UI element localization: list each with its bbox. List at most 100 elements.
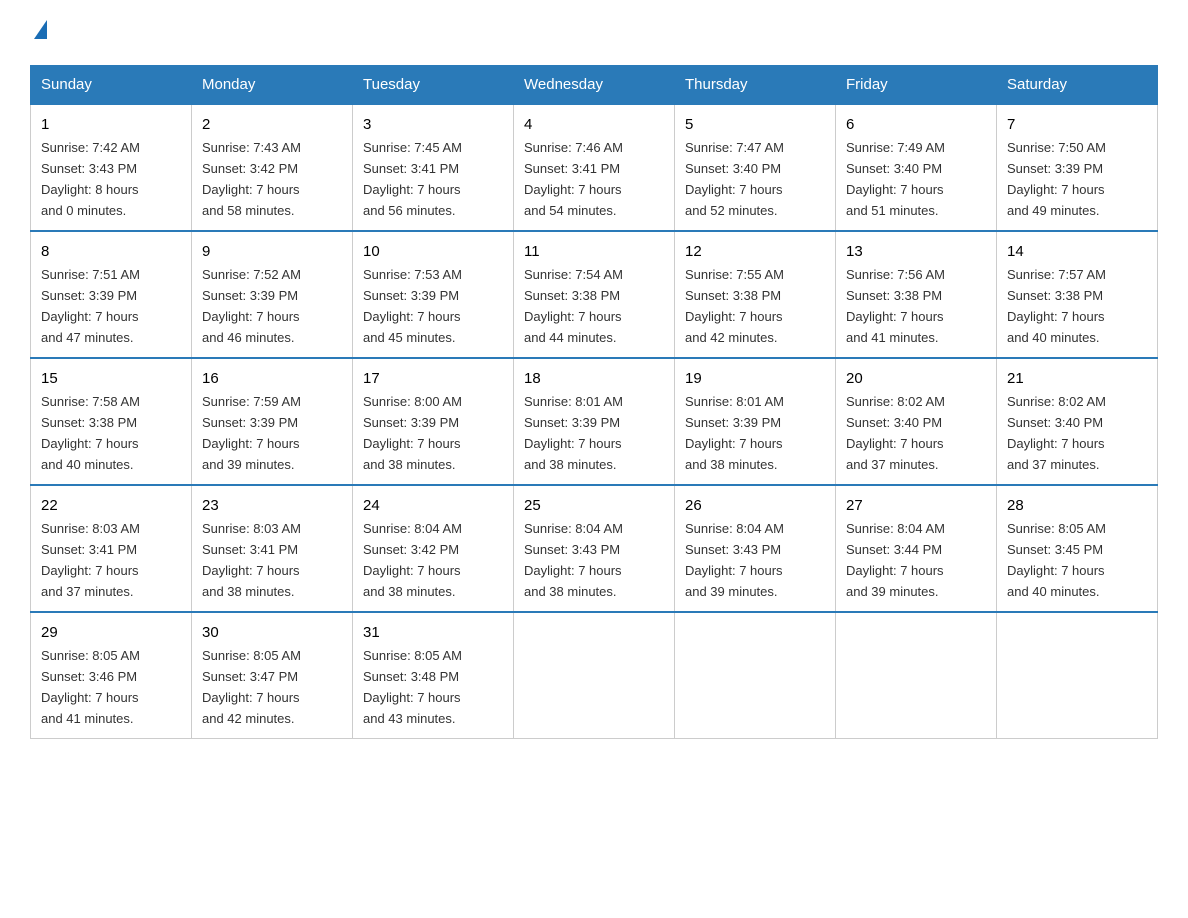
day-number: 13 (846, 240, 986, 263)
day-number: 20 (846, 367, 986, 390)
day-info: Sunrise: 8:01 AMSunset: 3:39 PMDaylight:… (685, 394, 784, 472)
calendar-cell: 17 Sunrise: 8:00 AMSunset: 3:39 PMDayligh… (353, 358, 514, 485)
calendar-week-row: 15Sunrise: 7:58 AMSunset: 3:38 PMDayligh… (31, 358, 1158, 485)
calendar-cell: 21Sunrise: 8:02 AMSunset: 3:40 PMDayligh… (997, 358, 1158, 485)
day-number: 1 (41, 113, 181, 136)
header-day-sunday: Sunday (31, 66, 192, 105)
day-number: 29 (41, 621, 181, 644)
day-number: 6 (846, 113, 986, 136)
day-number: 17 (363, 367, 503, 390)
day-number: 11 (524, 240, 664, 263)
calendar-header-row: SundayMondayTuesdayWednesdayThursdayFrid… (31, 66, 1158, 105)
header-day-saturday: Saturday (997, 66, 1158, 105)
calendar-cell: 4Sunrise: 7:46 AMSunset: 3:41 PMDaylight… (514, 104, 675, 231)
day-info: Sunrise: 8:00 AMSunset: 3:39 PMDaylight:… (363, 394, 462, 472)
day-info: Sunrise: 7:42 AMSunset: 3:43 PMDaylight:… (41, 140, 140, 218)
day-number: 16 (202, 367, 342, 390)
day-number: 8 (41, 240, 181, 263)
day-info: Sunrise: 8:04 AMSunset: 3:44 PMDaylight:… (846, 521, 945, 599)
day-info: Sunrise: 7:57 AMSunset: 3:38 PMDaylight:… (1007, 267, 1106, 345)
day-number: 10 (363, 240, 503, 263)
day-info: Sunrise: 7:43 AMSunset: 3:42 PMDaylight:… (202, 140, 301, 218)
day-number: 31 (363, 621, 503, 644)
calendar-cell: 3Sunrise: 7:45 AMSunset: 3:41 PMDaylight… (353, 104, 514, 231)
day-info: Sunrise: 8:01 AMSunset: 3:39 PMDaylight:… (524, 394, 623, 472)
header-day-friday: Friday (836, 66, 997, 105)
calendar-week-row: 22 Sunrise: 8:03 AMSunset: 3:41 PMDayligh… (31, 485, 1158, 612)
day-info: Sunrise: 7:53 AMSunset: 3:39 PMDaylight:… (363, 267, 462, 345)
day-number: 30 (202, 621, 342, 644)
day-info: Sunrise: 7:50 AMSunset: 3:39 PMDaylight:… (1007, 140, 1106, 218)
page-header (30, 20, 1158, 45)
day-info: Sunrise: 7:52 AMSunset: 3:39 PMDaylight:… (202, 267, 301, 345)
calendar-cell: 29 Sunrise: 8:05 AMSunset: 3:46 PMDayligh… (31, 612, 192, 738)
calendar-cell: 30 Sunrise: 8:05 AMSunset: 3:47 PMDayligh… (192, 612, 353, 738)
calendar-cell: 11 Sunrise: 7:54 AMSunset: 3:38 PMDayligh… (514, 231, 675, 358)
calendar-cell: 7 Sunrise: 7:50 AMSunset: 3:39 PMDaylight… (997, 104, 1158, 231)
day-info: Sunrise: 8:02 AMSunset: 3:40 PMDaylight:… (1007, 394, 1106, 472)
calendar-table: SundayMondayTuesdayWednesdayThursdayFrid… (30, 65, 1158, 739)
calendar-cell (836, 612, 997, 738)
day-number: 2 (202, 113, 342, 136)
calendar-body: 1 Sunrise: 7:42 AMSunset: 3:43 PMDaylight… (31, 104, 1158, 738)
day-info: Sunrise: 7:59 AMSunset: 3:39 PMDaylight:… (202, 394, 301, 472)
calendar-cell: 10 Sunrise: 7:53 AMSunset: 3:39 PMDayligh… (353, 231, 514, 358)
logo (30, 20, 47, 45)
calendar-cell: 18 Sunrise: 8:01 AMSunset: 3:39 PMDayligh… (514, 358, 675, 485)
day-info: Sunrise: 7:49 AMSunset: 3:40 PMDaylight:… (846, 140, 945, 218)
day-info: Sunrise: 7:56 AMSunset: 3:38 PMDaylight:… (846, 267, 945, 345)
day-info: Sunrise: 8:02 AMSunset: 3:40 PMDaylight:… (846, 394, 945, 472)
day-number: 22 (41, 494, 181, 517)
calendar-week-row: 8 Sunrise: 7:51 AMSunset: 3:39 PMDaylight… (31, 231, 1158, 358)
day-info: Sunrise: 8:04 AMSunset: 3:43 PMDaylight:… (524, 521, 623, 599)
header-day-monday: Monday (192, 66, 353, 105)
calendar-cell: 23Sunrise: 8:03 AMSunset: 3:41 PMDayligh… (192, 485, 353, 612)
calendar-cell: 25 Sunrise: 8:04 AMSunset: 3:43 PMDayligh… (514, 485, 675, 612)
day-info: Sunrise: 8:05 AMSunset: 3:46 PMDaylight:… (41, 648, 140, 726)
calendar-cell (997, 612, 1158, 738)
calendar-cell: 1 Sunrise: 7:42 AMSunset: 3:43 PMDaylight… (31, 104, 192, 231)
calendar-cell: 27 Sunrise: 8:04 AMSunset: 3:44 PMDayligh… (836, 485, 997, 612)
calendar-cell: 15Sunrise: 7:58 AMSunset: 3:38 PMDayligh… (31, 358, 192, 485)
calendar-cell: 26 Sunrise: 8:04 AMSunset: 3:43 PMDayligh… (675, 485, 836, 612)
calendar-cell: 28 Sunrise: 8:05 AMSunset: 3:45 PMDayligh… (997, 485, 1158, 612)
day-info: Sunrise: 7:51 AMSunset: 3:39 PMDaylight:… (41, 267, 140, 345)
calendar-cell: 14Sunrise: 7:57 AMSunset: 3:38 PMDayligh… (997, 231, 1158, 358)
logo-triangle-icon (34, 20, 47, 39)
day-info: Sunrise: 7:54 AMSunset: 3:38 PMDaylight:… (524, 267, 623, 345)
calendar-cell: 20 Sunrise: 8:02 AMSunset: 3:40 PMDayligh… (836, 358, 997, 485)
calendar-cell: 24Sunrise: 8:04 AMSunset: 3:42 PMDayligh… (353, 485, 514, 612)
calendar-cell: 8 Sunrise: 7:51 AMSunset: 3:39 PMDaylight… (31, 231, 192, 358)
calendar-header: SundayMondayTuesdayWednesdayThursdayFrid… (31, 66, 1158, 105)
calendar-week-row: 29 Sunrise: 8:05 AMSunset: 3:46 PMDayligh… (31, 612, 1158, 738)
header-day-thursday: Thursday (675, 66, 836, 105)
calendar-cell: 13 Sunrise: 7:56 AMSunset: 3:38 PMDayligh… (836, 231, 997, 358)
day-info: Sunrise: 8:03 AMSunset: 3:41 PMDaylight:… (41, 521, 140, 599)
day-number: 4 (524, 113, 664, 136)
calendar-cell: 6 Sunrise: 7:49 AMSunset: 3:40 PMDaylight… (836, 104, 997, 231)
day-number: 7 (1007, 113, 1147, 136)
calendar-cell: 19Sunrise: 8:01 AMSunset: 3:39 PMDayligh… (675, 358, 836, 485)
calendar-cell: 12 Sunrise: 7:55 AMSunset: 3:38 PMDayligh… (675, 231, 836, 358)
day-number: 5 (685, 113, 825, 136)
day-info: Sunrise: 8:04 AMSunset: 3:43 PMDaylight:… (685, 521, 784, 599)
day-number: 25 (524, 494, 664, 517)
calendar-cell: 16 Sunrise: 7:59 AMSunset: 3:39 PMDayligh… (192, 358, 353, 485)
header-day-tuesday: Tuesday (353, 66, 514, 105)
header-day-wednesday: Wednesday (514, 66, 675, 105)
calendar-cell: 31Sunrise: 8:05 AMSunset: 3:48 PMDayligh… (353, 612, 514, 738)
calendar-cell (675, 612, 836, 738)
day-number: 3 (363, 113, 503, 136)
day-number: 28 (1007, 494, 1147, 517)
day-info: Sunrise: 8:05 AMSunset: 3:47 PMDaylight:… (202, 648, 301, 726)
day-number: 18 (524, 367, 664, 390)
day-number: 27 (846, 494, 986, 517)
calendar-week-row: 1 Sunrise: 7:42 AMSunset: 3:43 PMDaylight… (31, 104, 1158, 231)
day-info: Sunrise: 8:05 AMSunset: 3:45 PMDaylight:… (1007, 521, 1106, 599)
day-info: Sunrise: 7:55 AMSunset: 3:38 PMDaylight:… (685, 267, 784, 345)
day-number: 26 (685, 494, 825, 517)
calendar-cell: 2 Sunrise: 7:43 AMSunset: 3:42 PMDaylight… (192, 104, 353, 231)
day-number: 12 (685, 240, 825, 263)
calendar-cell (514, 612, 675, 738)
day-info: Sunrise: 8:04 AMSunset: 3:42 PMDaylight:… (363, 521, 462, 599)
